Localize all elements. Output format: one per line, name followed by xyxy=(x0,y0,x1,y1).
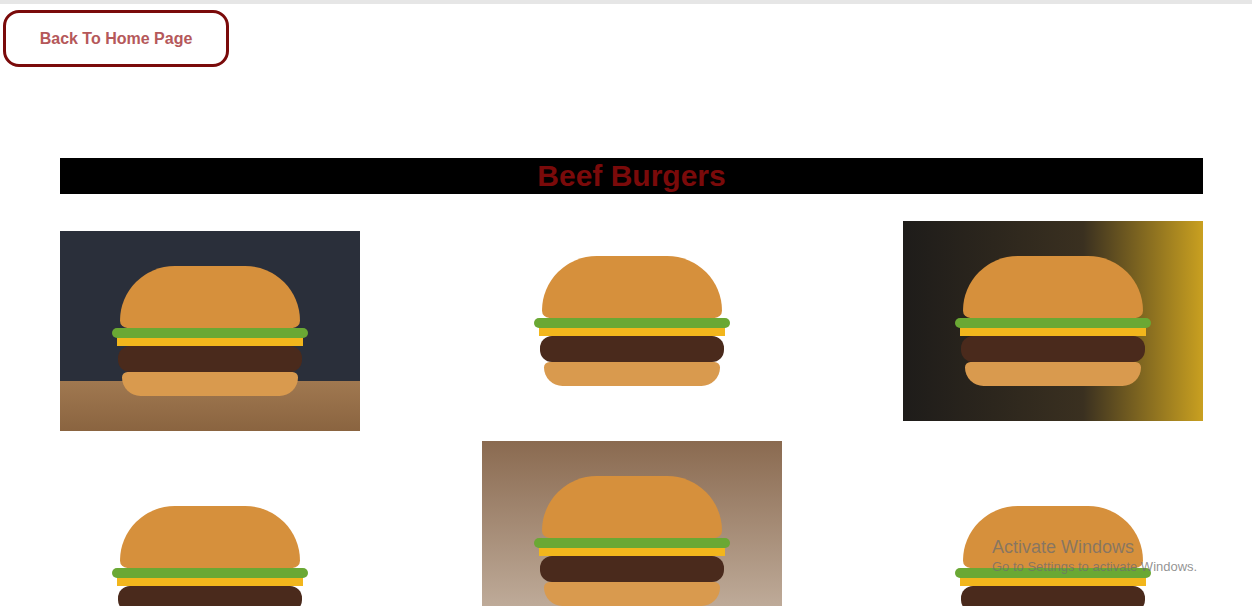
burger-icon xyxy=(537,256,727,386)
page: Back To Home Page Beef Burgers Activate Wi… xyxy=(0,0,1252,606)
watermark-title: Activate Windows xyxy=(992,536,1197,558)
activation-watermark: Activate WindowsGo to Settings to activa… xyxy=(992,536,1197,576)
section-heading: Beef Burgers xyxy=(60,158,1203,194)
burger-icon xyxy=(958,256,1148,386)
back-button[interactable]: Back To Home Page xyxy=(3,10,229,67)
burger-photo[interactable] xyxy=(60,471,360,606)
top-bar: Back To Home Page xyxy=(0,4,1252,67)
watermark-subtitle: Go to Settings to activate Windows. xyxy=(992,558,1197,576)
burger-photo[interactable] xyxy=(903,221,1203,421)
burger-photo[interactable] xyxy=(482,441,782,606)
burger-photo[interactable] xyxy=(60,231,360,431)
burger-photo[interactable] xyxy=(482,221,782,421)
burger-icon xyxy=(115,506,305,606)
burger-icon xyxy=(537,476,727,606)
burger-icon xyxy=(115,266,305,396)
